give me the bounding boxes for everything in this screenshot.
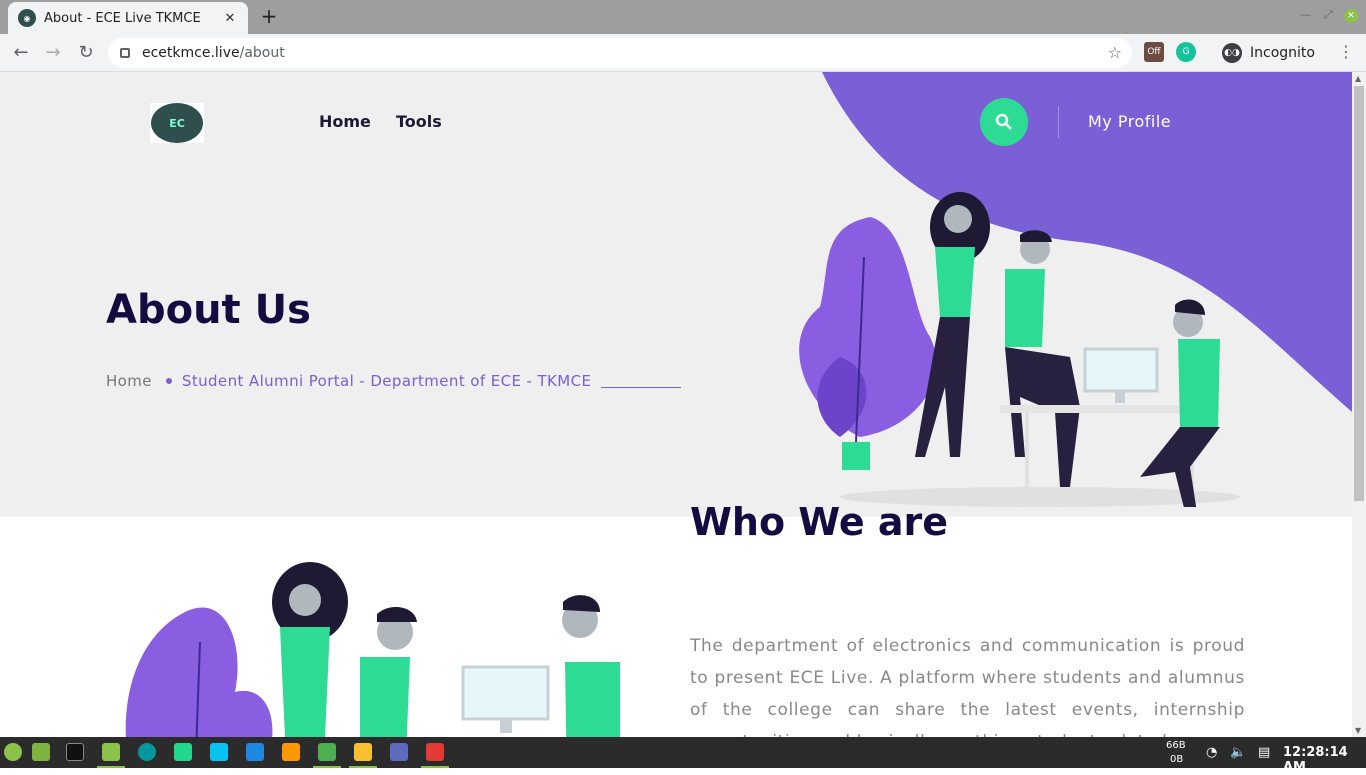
section-title: Who We are	[690, 500, 949, 544]
site-logo[interactable]: EC	[150, 103, 204, 143]
scroll-up-icon[interactable]: ▲	[1355, 74, 1361, 83]
scroll-down-icon[interactable]: ▼	[1355, 726, 1361, 735]
chrome-window-icon[interactable]	[354, 743, 372, 761]
about-paragraph: The department of electronics and commun…	[690, 636, 1245, 737]
tab-close-icon[interactable]: ✕	[222, 11, 238, 26]
url-path: /about	[239, 45, 285, 61]
webstorm-icon[interactable]	[210, 743, 228, 761]
clion-icon[interactable]	[174, 743, 192, 761]
incognito-indicator[interactable]: ◐◑ Incognito	[1218, 39, 1328, 67]
new-tab-button[interactable]: +	[258, 6, 280, 28]
grammarly-icon[interactable]: G	[1176, 42, 1196, 62]
volume-icon[interactable]: 🔈	[1230, 745, 1246, 760]
sublime-icon[interactable]	[282, 743, 300, 761]
show-desktop-icon[interactable]	[32, 743, 50, 761]
my-profile-link[interactable]: My Profile	[1088, 112, 1171, 131]
back-arrow-icon[interactable]: ←	[10, 42, 32, 64]
page-content: EC Home Tools My Profile About Us Home S…	[0, 72, 1352, 737]
hero-section: EC Home Tools My Profile About Us Home S…	[0, 72, 1352, 517]
breadcrumb-underline	[601, 386, 682, 388]
os-taskbar: 66B 0B ◔ 🔈 ▤ 12:28:14 AM	[0, 737, 1366, 775]
breadcrumb-home-link[interactable]: Home	[106, 372, 152, 390]
bookmark-star-icon[interactable]: ☆	[1108, 43, 1122, 62]
team-illustration	[799, 192, 1240, 507]
browser-tabstrip: ◉ About - ECE Live TKMCE ✕ + — ⤢ ✕	[0, 0, 1366, 34]
search-icon	[995, 113, 1012, 130]
url-host: ecetkmce.live	[142, 45, 240, 61]
teams-icon[interactable]	[390, 743, 408, 761]
breadcrumb: Home Student Alumni Portal - Department …	[106, 372, 682, 390]
notes-icon[interactable]: ▤	[1258, 745, 1270, 760]
lock-icon	[120, 48, 130, 58]
incognito-window-icon[interactable]	[426, 743, 444, 761]
about-illustration	[125, 562, 620, 737]
breadcrumb-dot	[165, 378, 172, 384]
files-icon[interactable]	[102, 743, 120, 761]
page-scrollbar[interactable]: ▲ ▼	[1352, 72, 1366, 737]
vscode-icon[interactable]	[246, 743, 264, 761]
browser-menu-icon[interactable]: ⋮	[1338, 42, 1354, 61]
net-download: 0B	[1170, 754, 1184, 765]
address-bar[interactable]: ecetkmce.live /about ☆	[108, 38, 1132, 68]
clock[interactable]: 12:28:14 AM	[1283, 745, 1366, 775]
nav-tools-link[interactable]: Tools	[396, 112, 442, 131]
maximize-icon[interactable]: ⤢	[1324, 8, 1333, 22]
minimize-icon[interactable]: —	[1300, 8, 1311, 21]
incognito-label: Incognito	[1250, 45, 1315, 61]
site-favicon-icon: ◉	[18, 9, 36, 27]
search-button[interactable]	[980, 98, 1028, 146]
nav-divider	[1058, 106, 1059, 138]
start-menu-icon[interactable]	[4, 743, 22, 761]
reload-icon[interactable]: ↻	[75, 42, 97, 64]
extension-off-icon[interactable]: Off	[1144, 42, 1164, 62]
window-close-icon[interactable]: ✕	[1344, 9, 1358, 23]
page-title: About Us	[106, 287, 311, 333]
incognito-icon: ◐◑	[1222, 43, 1242, 63]
wifi-icon[interactable]: ◔	[1206, 745, 1217, 760]
forward-arrow-icon[interactable]: →	[42, 42, 64, 64]
logo-emblem: EC	[151, 103, 203, 143]
scrollbar-thumb[interactable]	[1354, 86, 1364, 501]
browser-toolbar: ← → ↻ ecetkmce.live /about ☆ Off G ◐◑ In…	[0, 34, 1366, 72]
browser-tab[interactable]: ◉ About - ECE Live TKMCE ✕	[8, 2, 248, 34]
breadcrumb-current: Student Alumni Portal - Department of EC…	[181, 372, 592, 390]
arduino-icon[interactable]	[138, 743, 156, 761]
net-upload: 66B	[1166, 740, 1186, 751]
app-icon[interactable]	[318, 743, 336, 761]
terminal-icon[interactable]	[66, 743, 84, 761]
nav-home-link[interactable]: Home	[319, 112, 371, 131]
tab-title: About - ECE Live TKMCE	[44, 10, 201, 26]
extension-off-label: Off	[1147, 47, 1161, 57]
